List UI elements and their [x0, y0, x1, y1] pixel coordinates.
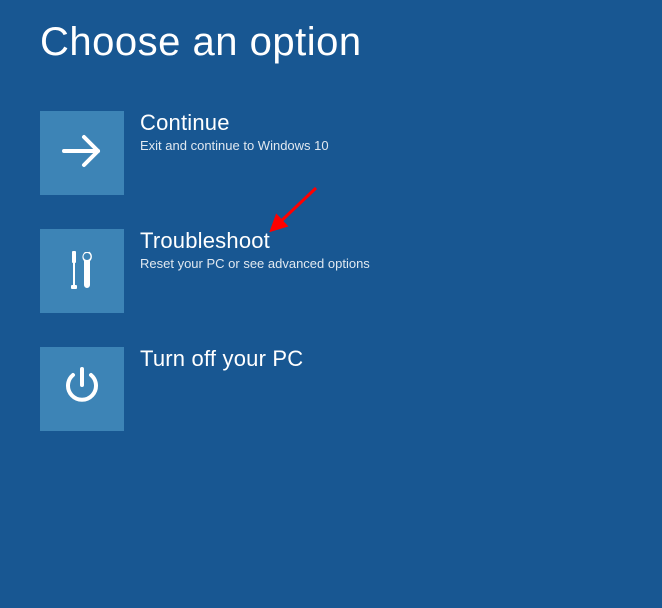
turnoff-tile: [40, 347, 124, 431]
turnoff-text: Turn off your PC: [140, 347, 303, 374]
troubleshoot-description: Reset your PC or see advanced options: [140, 256, 370, 271]
continue-text: Continue Exit and continue to Windows 10: [140, 111, 329, 153]
options-list: Continue Exit and continue to Windows 10: [40, 111, 662, 431]
troubleshoot-title: Troubleshoot: [140, 229, 370, 253]
tools-icon: [58, 245, 106, 298]
page-title: Choose an option: [0, 0, 662, 65]
troubleshoot-text: Troubleshoot Reset your PC or see advanc…: [140, 229, 370, 271]
continue-tile: [40, 111, 124, 195]
troubleshoot-tile: [40, 229, 124, 313]
turnoff-title: Turn off your PC: [140, 347, 303, 371]
continue-title: Continue: [140, 111, 329, 135]
continue-option[interactable]: Continue Exit and continue to Windows 10: [40, 111, 662, 195]
turnoff-option[interactable]: Turn off your PC: [40, 347, 662, 431]
power-icon: [58, 363, 106, 416]
arrow-right-icon: [58, 127, 106, 180]
continue-description: Exit and continue to Windows 10: [140, 138, 329, 153]
troubleshoot-option[interactable]: Troubleshoot Reset your PC or see advanc…: [40, 229, 662, 313]
